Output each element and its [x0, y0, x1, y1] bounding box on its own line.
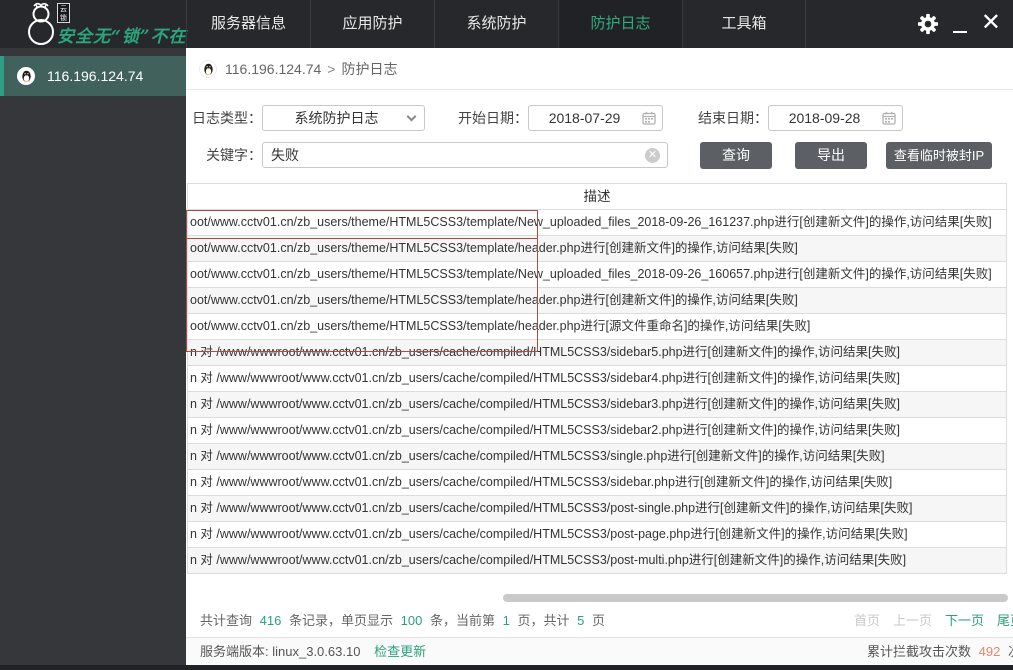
pagination-total-records: 416 [259, 613, 282, 628]
status-bar: 服务端版本: linux_3.0.63.10 检查更新 累计拦截攻击次数 492… [186, 637, 1013, 665]
log-row[interactable]: n 对 /www/wwwroot/www.cctv01.cn/zb_users/… [187, 521, 1007, 548]
attack-label: 累计拦截攻击次数 [867, 644, 972, 659]
log-row[interactable]: n 对 /www/wwwroot/www.cctv01.cn/zb_users/… [187, 339, 1007, 366]
pagination-links: 首页 上一页 下一页 尾页 [854, 608, 1013, 634]
log-type-value: 系统防护日志 [294, 110, 379, 126]
view-blocked-ip-button[interactable]: 查看临时被封IP [886, 142, 992, 169]
log-row[interactable]: n 对 /www/wwwroot/www.cctv01.cn/zb_users/… [187, 469, 1007, 496]
keyword-field-wrap: ✕ [262, 142, 668, 168]
chevron-down-icon [406, 111, 417, 122]
breadcrumb-page: 防护日志 [341, 60, 398, 77]
log-row[interactable]: n 对 /www/wwwroot/www.cctv01.cn/zb_users/… [187, 547, 1007, 574]
clear-input-icon[interactable]: ✕ [645, 148, 660, 163]
titlebar: 云锁 安全无“锁”不在 服务器信息 应用防护 系统防护 防护日志 工具箱 ✕ [0, 0, 1013, 48]
linux-penguin-icon [17, 67, 35, 85]
breadcrumb: 116.196.124.74 > 防护日志 [186, 48, 1013, 90]
window-bottom-edge [0, 665, 1013, 670]
yunsuo-badge: 云锁 [57, 3, 70, 23]
log-row[interactable]: oot/www.cctv01.cn/zb_users/theme/HTML5CS… [187, 209, 1007, 236]
log-row[interactable]: n 对 /www/wwwroot/www.cctv01.cn/zb_users/… [187, 443, 1007, 470]
first-page-link[interactable]: 首页 [854, 608, 880, 634]
version-label: 服务端版本: [200, 644, 269, 659]
log-row[interactable]: oot/www.cctv01.cn/zb_users/theme/HTML5CS… [187, 261, 1007, 288]
breadcrumb-separator: > [327, 60, 336, 77]
linux-penguin-icon [199, 59, 217, 78]
keyword-label: 关键字： [206, 147, 262, 163]
sidebar-item-server[interactable]: 116.196.124.74 [0, 56, 186, 96]
close-button[interactable]: ✕ [981, 8, 1001, 38]
version-value: linux_3.0.63.10 [272, 644, 361, 659]
log-row[interactable]: oot/www.cctv01.cn/zb_users/theme/HTML5CS… [187, 313, 1007, 340]
end-date-value: 2018-09-28 [788, 110, 861, 126]
pagination-text: 条，当前第 [429, 613, 495, 628]
log-table-header: 描述 [187, 183, 1007, 210]
end-date-label: 结束日期： [698, 110, 768, 126]
log-type-label: 日志类型： [192, 110, 262, 126]
tab-protection-log[interactable]: 防护日志 [558, 0, 682, 48]
minimize-button[interactable] [953, 31, 967, 33]
start-date-label: 开始日期： [458, 110, 528, 126]
start-date-value: 2018-07-29 [548, 110, 621, 126]
tab-server-info[interactable]: 服务器信息 [186, 0, 310, 48]
gourd-logo-icon [28, 2, 54, 45]
pagination-text: 条记录，单页显示 [288, 613, 393, 628]
log-table-body: oot/www.cctv01.cn/zb_users/theme/HTML5CS… [187, 209, 1007, 574]
log-row[interactable]: n 对 /www/wwwroot/www.cctv01.cn/zb_users/… [187, 365, 1007, 392]
query-button[interactable]: 查询 [700, 142, 772, 169]
server-sidebar: 116.196.124.74 [0, 48, 186, 665]
tab-app-protection[interactable]: 应用防护 [310, 0, 434, 48]
export-button[interactable]: 导出 [795, 142, 867, 169]
calendar-icon[interactable] [642, 111, 656, 125]
prev-page-link[interactable]: 上一页 [893, 608, 932, 634]
calendar-icon[interactable] [882, 111, 896, 125]
check-update-link[interactable]: 检查更新 [374, 644, 426, 659]
settings-gear-icon[interactable] [917, 13, 939, 35]
attack-counter: 累计拦截攻击次数 492 次 [867, 638, 1013, 665]
pagination: 共计查询 416 条记录，单页显示 100 条，当前第 1 页，共计 5 页 首… [186, 608, 1013, 634]
main-nav: 服务器信息 应用防护 系统防护 防护日志 工具箱 [186, 0, 806, 48]
log-table: 描述 oot/www.cctv01.cn/zb_users/theme/HTML… [187, 183, 1007, 574]
pagination-text: 共计查询 [200, 613, 253, 628]
attack-count: 492 [978, 644, 1001, 659]
server-version: 服务端版本: linux_3.0.63.10 检查更新 [200, 638, 426, 665]
log-row[interactable]: oot/www.cctv01.cn/zb_users/theme/HTML5CS… [187, 235, 1007, 262]
tab-system-protection[interactable]: 系统防护 [434, 0, 558, 48]
start-date-input[interactable]: 2018-07-29 [528, 105, 663, 131]
attack-unit: 次 [1008, 644, 1013, 659]
last-page-link[interactable]: 尾页 [997, 608, 1013, 634]
pagination-text: 页，共计 [517, 613, 570, 628]
pagination-per-page: 100 [400, 613, 423, 628]
log-row[interactable]: n 对 /www/wwwroot/www.cctv01.cn/zb_users/… [187, 417, 1007, 444]
breadcrumb-ip[interactable]: 116.196.124.74 [225, 61, 321, 77]
pagination-current-page: 1 [502, 613, 510, 628]
horizontal-scrollbar-thumb[interactable] [503, 594, 1008, 602]
pagination-total-pages: 5 [577, 613, 585, 628]
log-row[interactable]: oot/www.cctv01.cn/zb_users/theme/HTML5CS… [187, 287, 1007, 314]
end-date-input[interactable]: 2018-09-28 [768, 105, 903, 131]
log-type-select[interactable]: 系统防护日志 [262, 105, 425, 131]
tab-toolbox[interactable]: 工具箱 [682, 0, 806, 48]
pagination-summary: 共计查询 416 条记录，单页显示 100 条，当前第 1 页，共计 5 页 [200, 608, 605, 634]
log-row[interactable]: n 对 /www/wwwroot/www.cctv01.cn/zb_users/… [187, 495, 1007, 522]
keyword-input[interactable] [263, 143, 667, 167]
main-content: 116.196.124.74 > 防护日志 日志类型： 系统防护日志 开始日期：… [186, 48, 1013, 637]
brand-slogan: 安全无“锁”不在 [57, 27, 187, 47]
next-page-link[interactable]: 下一页 [945, 608, 984, 634]
sidebar-server-ip: 116.196.124.74 [47, 68, 144, 84]
pagination-text: 页 [591, 613, 605, 628]
log-row[interactable]: n 对 /www/wwwroot/www.cctv01.cn/zb_users/… [187, 391, 1007, 418]
